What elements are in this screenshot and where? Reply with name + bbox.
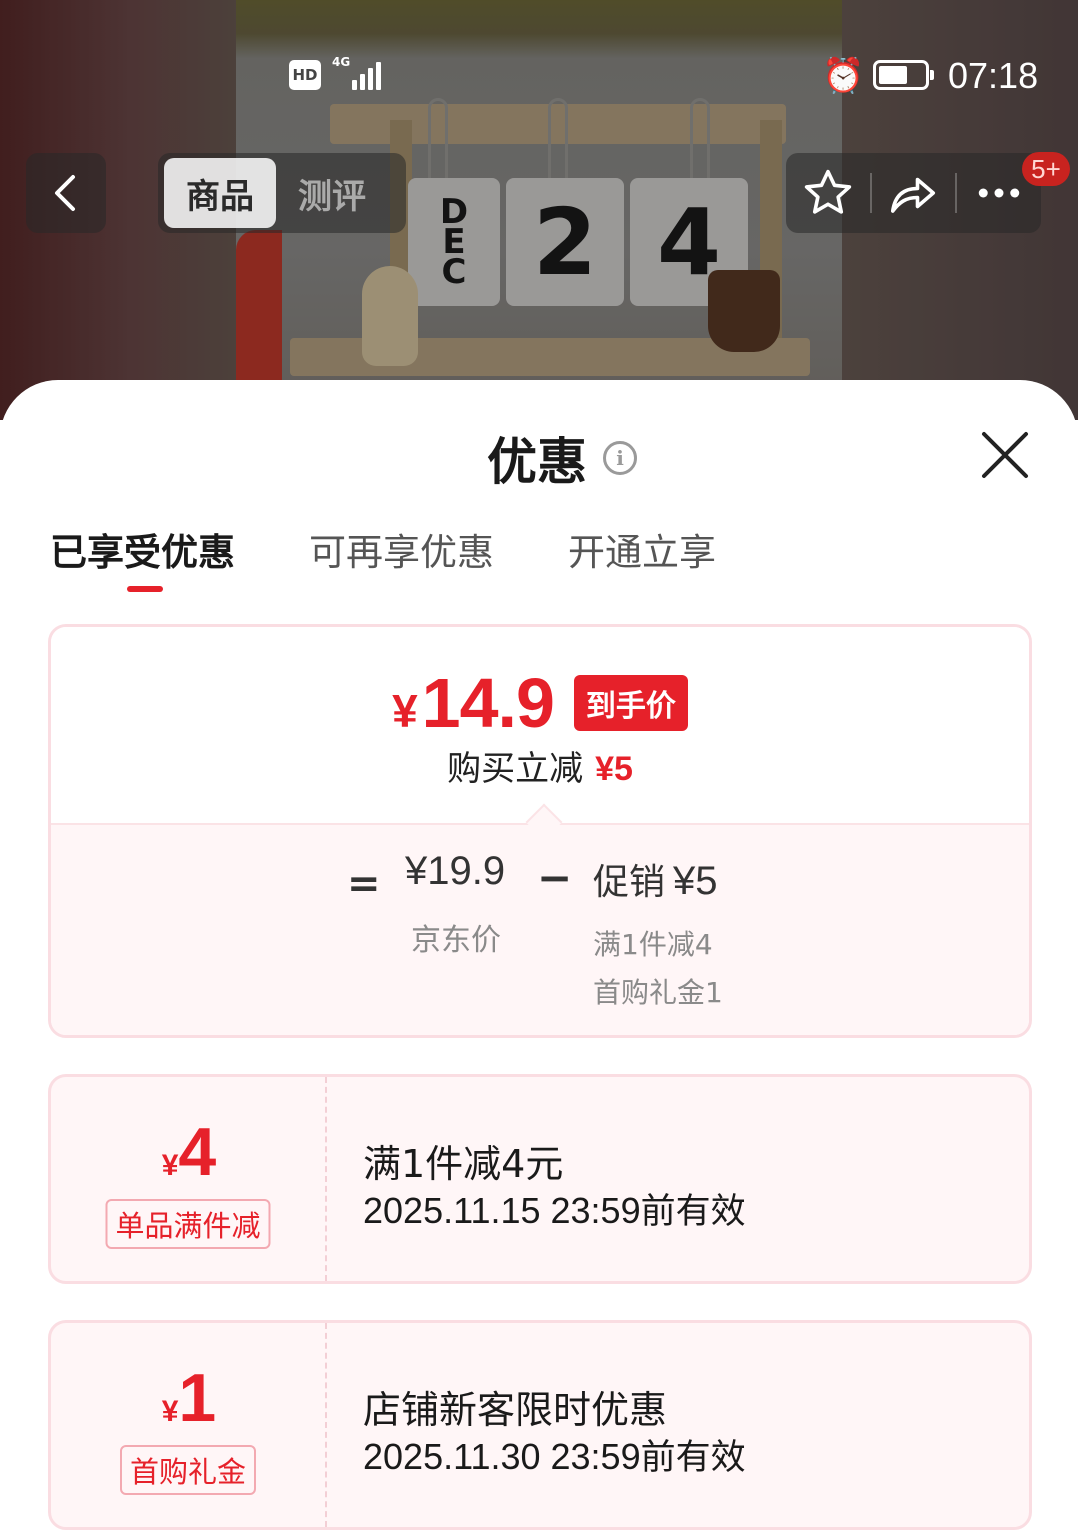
- coupon-value-section: ¥1 首购礼金: [51, 1323, 327, 1527]
- battery-icon: [873, 60, 934, 90]
- divider: [869, 173, 872, 213]
- jd-price-label: 京东价: [411, 923, 501, 958]
- clock: 07:18: [948, 55, 1039, 96]
- instant-discount-amount: ¥5: [595, 750, 633, 788]
- network-type: 4G: [332, 55, 351, 69]
- promotion-amount: ¥5: [673, 859, 718, 903]
- final-price-row: ¥ 14.9 到手价: [51, 663, 1029, 743]
- coupon-validity: 2025.11.15 23:59前有效: [363, 1183, 746, 1234]
- final-price: ¥ 14.9: [392, 663, 555, 743]
- coupon-title: 店铺新客限时优惠: [363, 1388, 668, 1432]
- tab-enjoyed-discounts[interactable]: 已享受优惠: [50, 528, 235, 598]
- divider: [955, 173, 958, 213]
- coupon-valid-date: 2025.11.30 23:59: [363, 1436, 641, 1477]
- instant-discount-label: 购买立减: [447, 749, 584, 789]
- coupon-value-section: ¥4 单品满件减: [51, 1077, 327, 1281]
- price-breakdown: = ¥19.9 京东价 − 促销 ¥5 满1件减4 首购礼金1: [51, 823, 1029, 1035]
- info-icon[interactable]: i: [603, 441, 637, 475]
- discount-sheet: 优惠 i 已享受优惠 可再享优惠 开通立享 ¥ 14.9 到手价 购买立减 ¥5 …: [0, 380, 1078, 1536]
- coupon-valid-date: 2025.11.15 23:59: [363, 1190, 641, 1231]
- promotion-detail-item: 满1件减4: [593, 928, 713, 961]
- coupon-amount-value: 4: [178, 1114, 217, 1190]
- sheet-header: 优惠 i: [487, 428, 637, 491]
- tab-activate-discounts[interactable]: 开通立享: [568, 528, 716, 598]
- coupon-amount: ¥4: [51, 1113, 327, 1191]
- coupon-card[interactable]: ¥1 首购礼金 店铺新客限时优惠 2025.11.30 23:59前有效: [48, 1320, 1032, 1530]
- currency-symbol: ¥: [161, 1149, 179, 1182]
- discount-tabs: 已享受优惠 可再享优惠 开通立享: [50, 528, 790, 598]
- alarm-icon: ⏰: [822, 56, 865, 96]
- equals-sign: =: [347, 861, 381, 907]
- hd-icon: HD: [289, 60, 321, 90]
- jd-price: ¥19.9: [405, 849, 506, 893]
- coupon-card[interactable]: ¥4 单品满件减 满1件减4元 2025.11.15 23:59前有效: [48, 1074, 1032, 1284]
- final-price-tag: 到手价: [573, 675, 688, 731]
- sheet-title: 优惠: [487, 433, 587, 491]
- coupon-amount-value: 1: [178, 1360, 217, 1436]
- coupon-title: 满1件减4元: [363, 1142, 564, 1186]
- currency-symbol: ¥: [392, 685, 418, 737]
- promotion-total: 促销 ¥5: [593, 853, 718, 905]
- promotion-details: 满1件减4 首购礼金1: [593, 921, 723, 1017]
- price-summary-card: ¥ 14.9 到手价 购买立减 ¥5 = ¥19.9 京东价 − 促销 ¥5 满1件…: [48, 624, 1032, 1038]
- coupon-amount: ¥1: [51, 1359, 327, 1437]
- status-bar: HD 4G ⏰ 07:18: [0, 50, 1078, 102]
- back-button[interactable]: [26, 153, 106, 233]
- coupon-type-tag: 单品满件减: [105, 1199, 271, 1249]
- star-icon[interactable]: [801, 166, 855, 220]
- coupon-validity: 2025.11.30 23:59前有效: [363, 1429, 746, 1480]
- tab-more-discounts[interactable]: 可再享优惠: [309, 528, 494, 598]
- share-icon[interactable]: [886, 166, 940, 220]
- close-icon[interactable]: [978, 428, 1032, 482]
- coupon-valid-suffix: 前有效: [640, 1438, 746, 1478]
- action-bar: [786, 153, 1041, 233]
- signal-icon: [352, 60, 381, 90]
- minus-sign: −: [537, 853, 573, 902]
- top-tab-switcher: 商品 测评: [158, 153, 406, 233]
- tab-product[interactable]: 商品: [164, 158, 276, 228]
- final-price-section: ¥ 14.9 到手价 购买立减 ¥5: [51, 627, 1029, 823]
- currency-symbol: ¥: [161, 1395, 179, 1428]
- coupon-valid-suffix: 前有效: [640, 1192, 746, 1232]
- final-price-value: 14.9: [421, 664, 555, 742]
- chevron-left-icon: [55, 175, 75, 211]
- promotion-label: 促销: [593, 862, 666, 903]
- notification-badge: 5+: [1022, 152, 1070, 186]
- instant-discount-row: 购买立减 ¥5: [51, 741, 1029, 790]
- coupon-type-tag: 首购礼金: [119, 1445, 257, 1495]
- more-icon[interactable]: [972, 166, 1026, 220]
- promotion-detail-item: 首购礼金1: [593, 976, 723, 1009]
- tab-review[interactable]: 测评: [276, 158, 388, 228]
